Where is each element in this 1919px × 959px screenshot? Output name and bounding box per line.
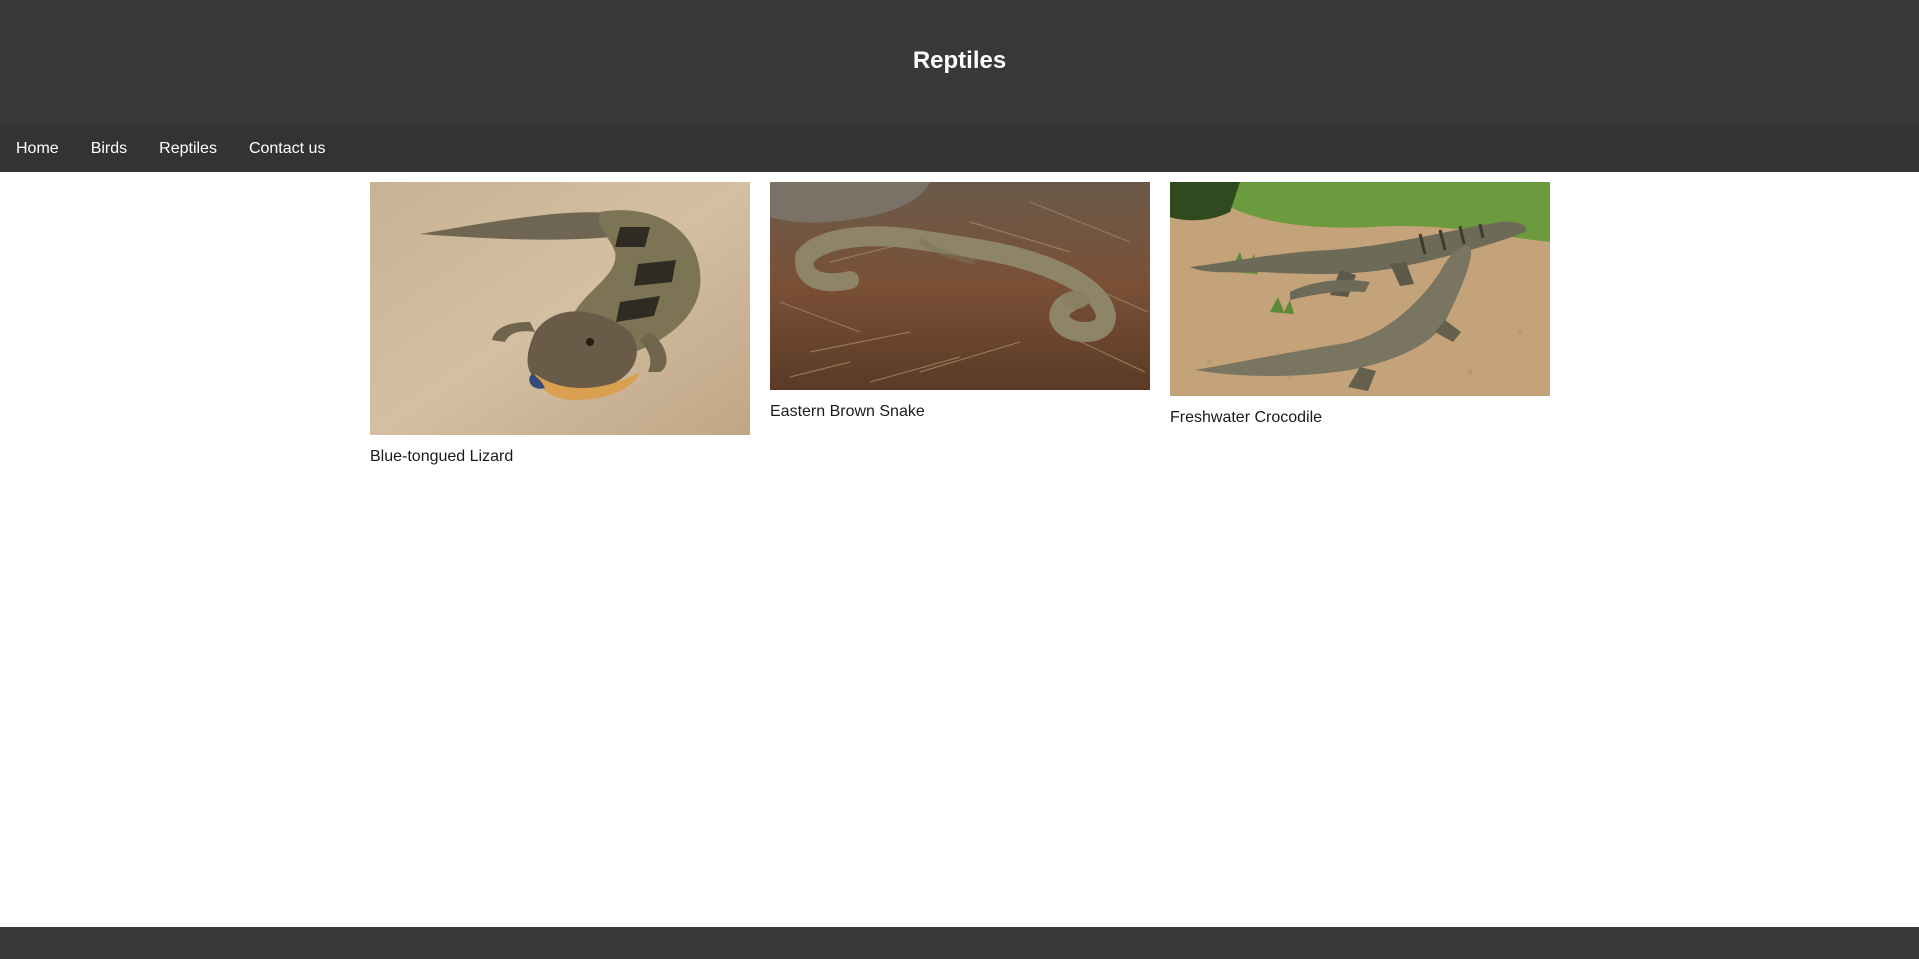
nav-bar: Home Birds Reptiles Contact us <box>0 125 1919 172</box>
nav-link-reptiles[interactable]: Reptiles <box>143 125 233 172</box>
gallery-card-lizard: Blue-tongued Lizard <box>370 182 750 466</box>
gallery-card-crocodile: Freshwater Crocodile <box>1170 182 1550 427</box>
gallery-card-snake: Eastern Brown Snake <box>770 182 1150 421</box>
blue-tongued-lizard-photo <box>370 182 750 435</box>
nav-link-birds[interactable]: Birds <box>75 125 143 172</box>
page-title: Reptiles <box>912 46 1007 74</box>
nav-link-home[interactable]: Home <box>0 125 75 172</box>
site-header: Reptiles <box>0 0 1919 125</box>
gallery: Blue-tongued Lizard Eastern Brown Snake … <box>370 182 1550 466</box>
site-footer <box>0 927 1919 959</box>
card-caption: Freshwater Crocodile <box>1170 409 1323 426</box>
page: Reptiles Home Birds Reptiles Contact us <box>0 0 1919 959</box>
eastern-brown-snake-photo <box>770 182 1150 390</box>
freshwater-crocodile-photo <box>1170 182 1550 396</box>
card-caption: Blue-tongued Lizard <box>370 448 514 465</box>
nav-link-contact[interactable]: Contact us <box>233 125 341 172</box>
card-caption: Eastern Brown Snake <box>770 403 925 420</box>
